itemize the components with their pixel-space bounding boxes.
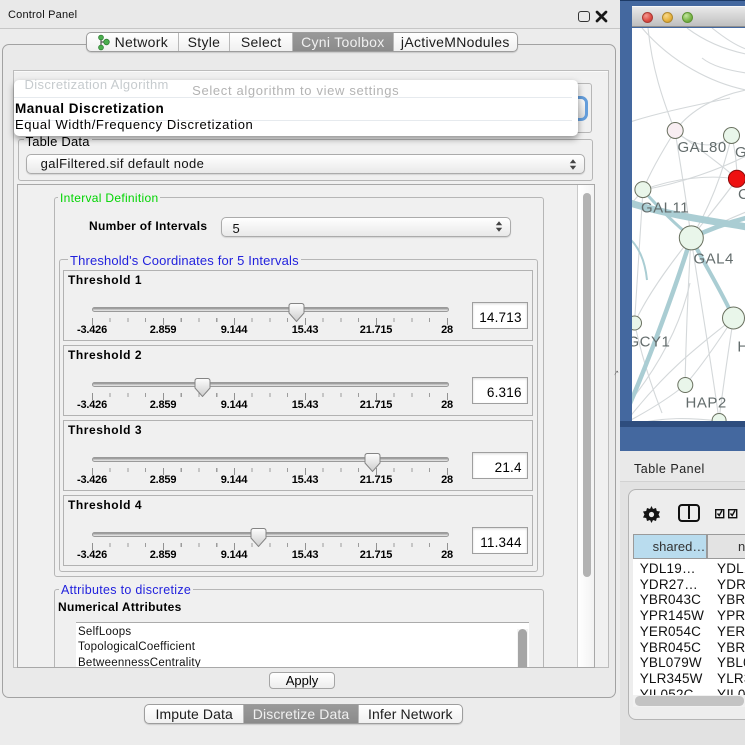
svg-text:GAL80: GAL80 [677, 139, 726, 156]
svg-text:HAP2: HAP2 [685, 395, 726, 412]
svg-text:GAL4: GAL4 [693, 251, 733, 268]
svg-text:GAL11: GAL11 [641, 200, 689, 217]
svg-text:H: H [737, 339, 745, 356]
svg-text:G: G [735, 144, 745, 161]
svg-text:GCY1: GCY1 [632, 334, 670, 351]
svg-text:C: C [738, 186, 745, 203]
